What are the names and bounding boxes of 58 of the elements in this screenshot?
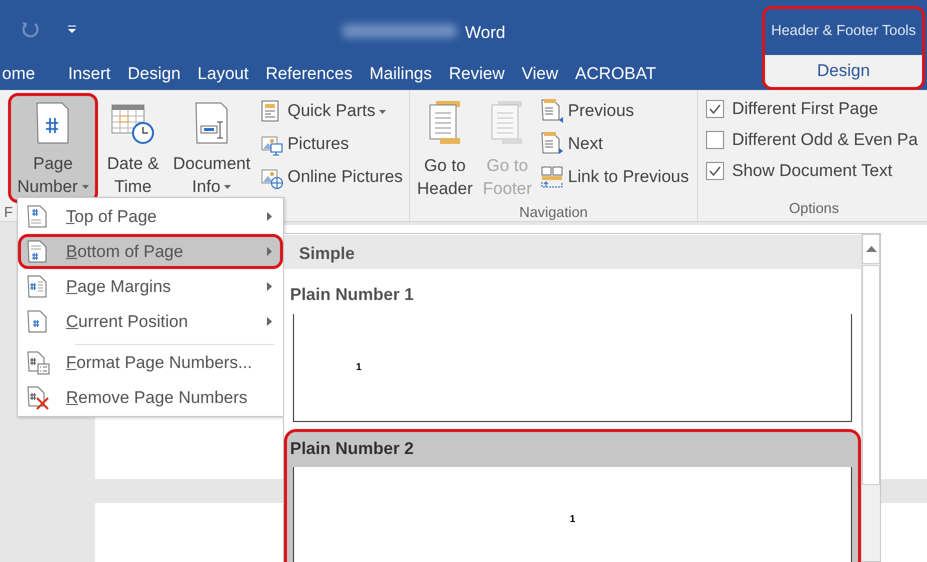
ribbon-button[interactable]: Quick Parts (259, 95, 405, 127)
page-preview: 1 (293, 467, 852, 562)
ribbon-tab[interactable]: References (266, 61, 370, 87)
caret-icon (379, 110, 386, 114)
ribbon-tab[interactable]: Design (765, 55, 922, 87)
submenu-arrow-icon (267, 212, 272, 221)
ribbon-button[interactable]: Link to Previous (538, 161, 691, 193)
customize-toolbar-icon[interactable] (67, 24, 77, 34)
ribbon-tab[interactable]: View (522, 61, 576, 87)
group-label: F (4, 204, 13, 223)
ribbon-tab[interactable]: Mailings (370, 61, 449, 87)
ribbon-button[interactable]: Online Pictures (259, 161, 405, 193)
ribbon-tab[interactable]: ACROBAT (575, 61, 674, 87)
document-info-icon (194, 102, 229, 146)
gallery-item[interactable]: Plain Number 2 1 (284, 428, 861, 562)
remove-page-numbers-icon (27, 386, 50, 410)
link-to-previous-icon (540, 165, 565, 189)
scrollbar[interactable] (861, 234, 880, 561)
ribbon-tab[interactable]: Layout (198, 61, 266, 87)
checkmark-icon (709, 104, 721, 114)
ribbon-button[interactable]: Page Number (8, 93, 98, 203)
checkbox[interactable] (706, 100, 724, 118)
ribbon-tab[interactable]: Insert (68, 61, 128, 87)
contextual-group-label: Header & Footer Tools (771, 22, 916, 42)
submenu-arrow-icon (267, 282, 272, 291)
calendar-clock-icon (110, 102, 155, 146)
scroll-up-icon[interactable] (866, 246, 876, 252)
window-title: Word (465, 22, 506, 44)
caret-icon (82, 184, 89, 189)
ribbon-button[interactable]: Go to Header (414, 93, 476, 203)
checkmark-icon (709, 166, 721, 176)
menu-item[interactable]: Page Margins (18, 269, 283, 304)
submenu-arrow-icon (267, 317, 272, 326)
group-label: Options (788, 200, 840, 219)
next-icon (540, 132, 565, 156)
group-label: Navigation (518, 204, 589, 223)
gallery-item[interactable]: Plain Number 1 1 (284, 275, 861, 424)
menu-item[interactable]: Remove Page Numbers (18, 380, 283, 415)
ribbon-tab[interactable]: Design (128, 61, 198, 87)
ribbon-tab[interactable]: Review (448, 61, 522, 87)
menu-item[interactable]: Bottom of Page (18, 234, 283, 269)
gallery-section-header: Simple (284, 235, 861, 269)
menu-item[interactable]: Current Position (18, 304, 283, 339)
format-page-numbers-icon (27, 350, 50, 374)
submenu-arrow-icon (267, 247, 272, 256)
page-number-icon (36, 102, 70, 146)
ribbon-tab[interactable]: ome (0, 61, 52, 87)
page-preview: 1 (293, 314, 852, 422)
checkbox-label: Different Odd & Even Pa (732, 128, 918, 151)
checkbox[interactable] (706, 130, 724, 148)
ribbon-button[interactable]: Previous (538, 95, 691, 127)
checkbox-label: Show Document Text (732, 160, 892, 182)
checkbox-label: Different First Page (732, 98, 878, 120)
checkbox[interactable] (706, 162, 724, 180)
caret-icon (224, 184, 232, 189)
ribbon-button[interactable]: Pictures (259, 128, 405, 160)
previous-icon (540, 99, 565, 123)
ribbon-button[interactable]: Next (538, 128, 691, 160)
